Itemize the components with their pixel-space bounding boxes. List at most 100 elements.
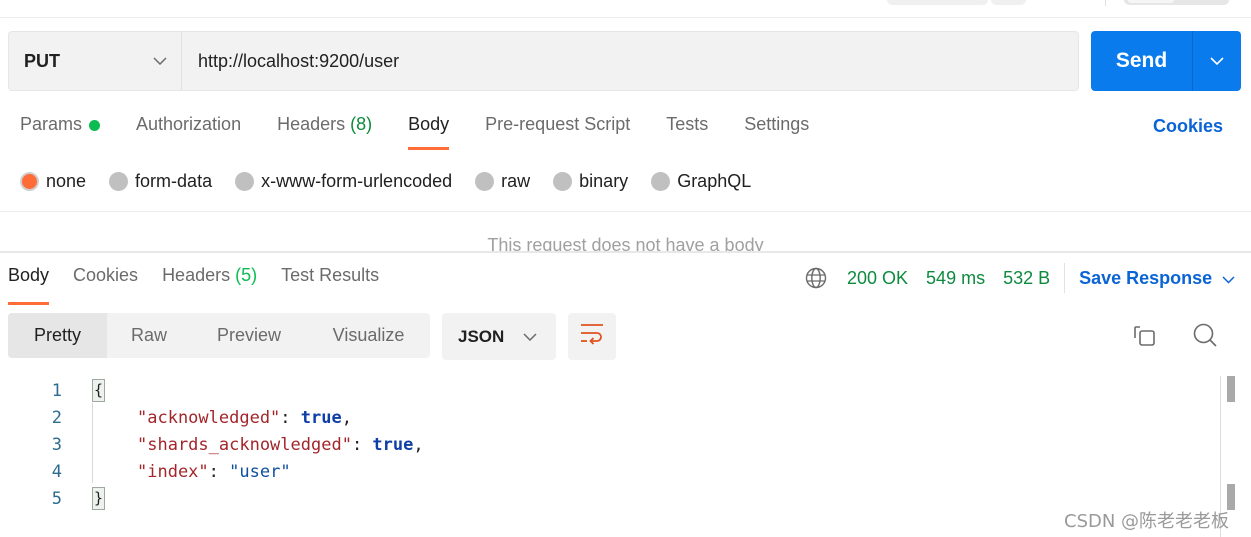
search-icon: [1192, 322, 1218, 353]
radio-x-www-form-urlencoded[interactable]: x-www-form-urlencoded: [235, 171, 452, 192]
top-toolbar-stub: [0, 0, 1251, 18]
method-select[interactable]: PUT: [9, 32, 182, 90]
code-line: 4 "index": "user": [0, 458, 1220, 485]
language-label: JSON: [458, 326, 505, 346]
tab-tests[interactable]: Tests: [666, 114, 708, 150]
copy-icon: [1133, 323, 1157, 352]
json-key: "acknowledged": [137, 407, 281, 428]
code-line: 1 {: [0, 377, 1220, 404]
no-body-message: This request does not have a body: [487, 235, 764, 252]
tab-headers[interactable]: Headers (8): [277, 114, 372, 150]
json-value: "user": [229, 461, 291, 482]
toolbar-button-stub[interactable]: [991, 0, 1026, 5]
tab-label: Headers: [162, 265, 231, 285]
wrap-lines-button[interactable]: [568, 313, 616, 360]
tab-label: Cookies: [73, 265, 139, 285]
toolbar-button-stub[interactable]: [887, 0, 988, 5]
view-raw-button[interactable]: Raw: [107, 313, 191, 358]
cookies-link[interactable]: Cookies: [1153, 116, 1223, 137]
response-tab-cookies[interactable]: Cookies: [73, 265, 138, 305]
radio-raw[interactable]: raw: [475, 171, 530, 192]
tab-label: Body: [8, 265, 50, 285]
tab-authorization[interactable]: Authorization: [136, 114, 241, 150]
pane-resize-handle[interactable]: [0, 251, 1251, 253]
divider: [0, 211, 1251, 212]
radio-binary[interactable]: binary: [553, 171, 628, 192]
body-type-options: none form-data x-www-form-urlencoded raw…: [20, 170, 774, 192]
tab-params[interactable]: Params: [20, 114, 101, 150]
chevron-down-icon: [1210, 52, 1224, 70]
radio-none[interactable]: none: [20, 171, 86, 192]
tab-settings[interactable]: Settings: [744, 114, 809, 150]
params-indicator-dot: [89, 120, 101, 131]
view-mode-group: Pretty Raw Preview Visualize: [8, 313, 430, 358]
line-number: 5: [51, 488, 62, 509]
save-response-button[interactable]: Save Response: [1079, 268, 1235, 289]
toggle-stub[interactable]: [1124, 0, 1229, 5]
view-visualize-button[interactable]: Visualize: [307, 313, 430, 358]
radio-graphql[interactable]: GraphQL: [651, 171, 751, 192]
radio-indicator: [475, 171, 495, 191]
wrap-lines-icon: [580, 323, 604, 350]
divider: [1105, 0, 1106, 6]
response-tab-test-results[interactable]: Test Results: [281, 265, 379, 305]
code-line: 3 "shards_acknowledged": true,: [0, 431, 1220, 458]
url-input[interactable]: [182, 32, 1078, 90]
json-value: true: [300, 407, 342, 428]
radio-indicator: [235, 171, 255, 191]
json-value: true: [372, 434, 414, 455]
radio-label: GraphQL: [677, 170, 752, 191]
view-preview-button[interactable]: Preview: [191, 313, 307, 358]
close-brace: }: [92, 487, 106, 510]
copy-button[interactable]: [1130, 322, 1160, 352]
code-line: 2 "acknowledged": true,: [0, 404, 1220, 431]
divider: [1064, 263, 1066, 293]
line-number: 3: [51, 434, 62, 455]
watermark: CSDN @陈老老老板: [1064, 511, 1230, 532]
chevron-down-icon: [153, 52, 167, 70]
response-status-bar: 200 OK 549 ms 532 B Save Response: [805, 263, 1235, 293]
tab-pre-request-script[interactable]: Pre-request Script: [485, 114, 630, 150]
radio-label: none: [46, 170, 87, 191]
url-bar: PUT: [8, 31, 1079, 91]
tab-label: Test Results: [281, 265, 380, 285]
view-pretty-button[interactable]: Pretty: [8, 313, 107, 358]
request-tabs: Params Authorization Headers (8) Body Pr…: [20, 114, 845, 154]
code-line: 5 }: [0, 485, 1220, 512]
line-number: 4: [51, 461, 62, 482]
radio-form-data[interactable]: form-data: [109, 171, 212, 192]
radio-indicator: [651, 171, 671, 191]
json-key: "shards_acknowledged": [137, 434, 352, 455]
response-tab-body[interactable]: Body: [8, 265, 50, 305]
indent-guide: [92, 403, 93, 483]
send-button[interactable]: Send: [1091, 31, 1193, 91]
tab-label: Pre-request Script: [485, 114, 631, 134]
status-code[interactable]: 200 OK: [847, 268, 908, 289]
response-tabs: Body Cookies Headers (5) Test Results: [8, 265, 403, 305]
save-response-label: Save Response: [1079, 267, 1213, 288]
radio-label: x-www-form-urlencoded: [261, 170, 453, 191]
globe-icon[interactable]: [805, 267, 827, 289]
radio-indicator: [109, 171, 129, 191]
line-number: 2: [51, 407, 62, 428]
search-button[interactable]: [1190, 322, 1220, 352]
send-button-group: Send: [1091, 31, 1241, 91]
scrollbar-thumb[interactable]: [1227, 376, 1235, 402]
headers-count: (8): [350, 114, 373, 134]
tab-label: Settings: [744, 114, 810, 134]
response-size[interactable]: 532 B: [1003, 268, 1050, 289]
response-headers-count: (5): [235, 265, 258, 285]
radio-indicator: [20, 171, 39, 191]
json-key: "index": [137, 461, 209, 482]
tab-label: Authorization: [136, 114, 242, 134]
language-select[interactable]: JSON: [442, 313, 556, 360]
tab-label: Body: [408, 114, 450, 134]
tab-body[interactable]: Body: [408, 114, 450, 150]
send-options-button[interactable]: [1193, 31, 1241, 91]
response-time[interactable]: 549 ms: [926, 268, 985, 289]
radio-indicator: [553, 171, 573, 191]
radio-label: form-data: [135, 170, 213, 191]
tab-label: Params: [20, 114, 83, 134]
response-tab-headers[interactable]: Headers (5): [162, 265, 257, 305]
response-body-editor[interactable]: 1 { 2 "acknowledged": true, 3 "shards_ac…: [0, 376, 1220, 537]
